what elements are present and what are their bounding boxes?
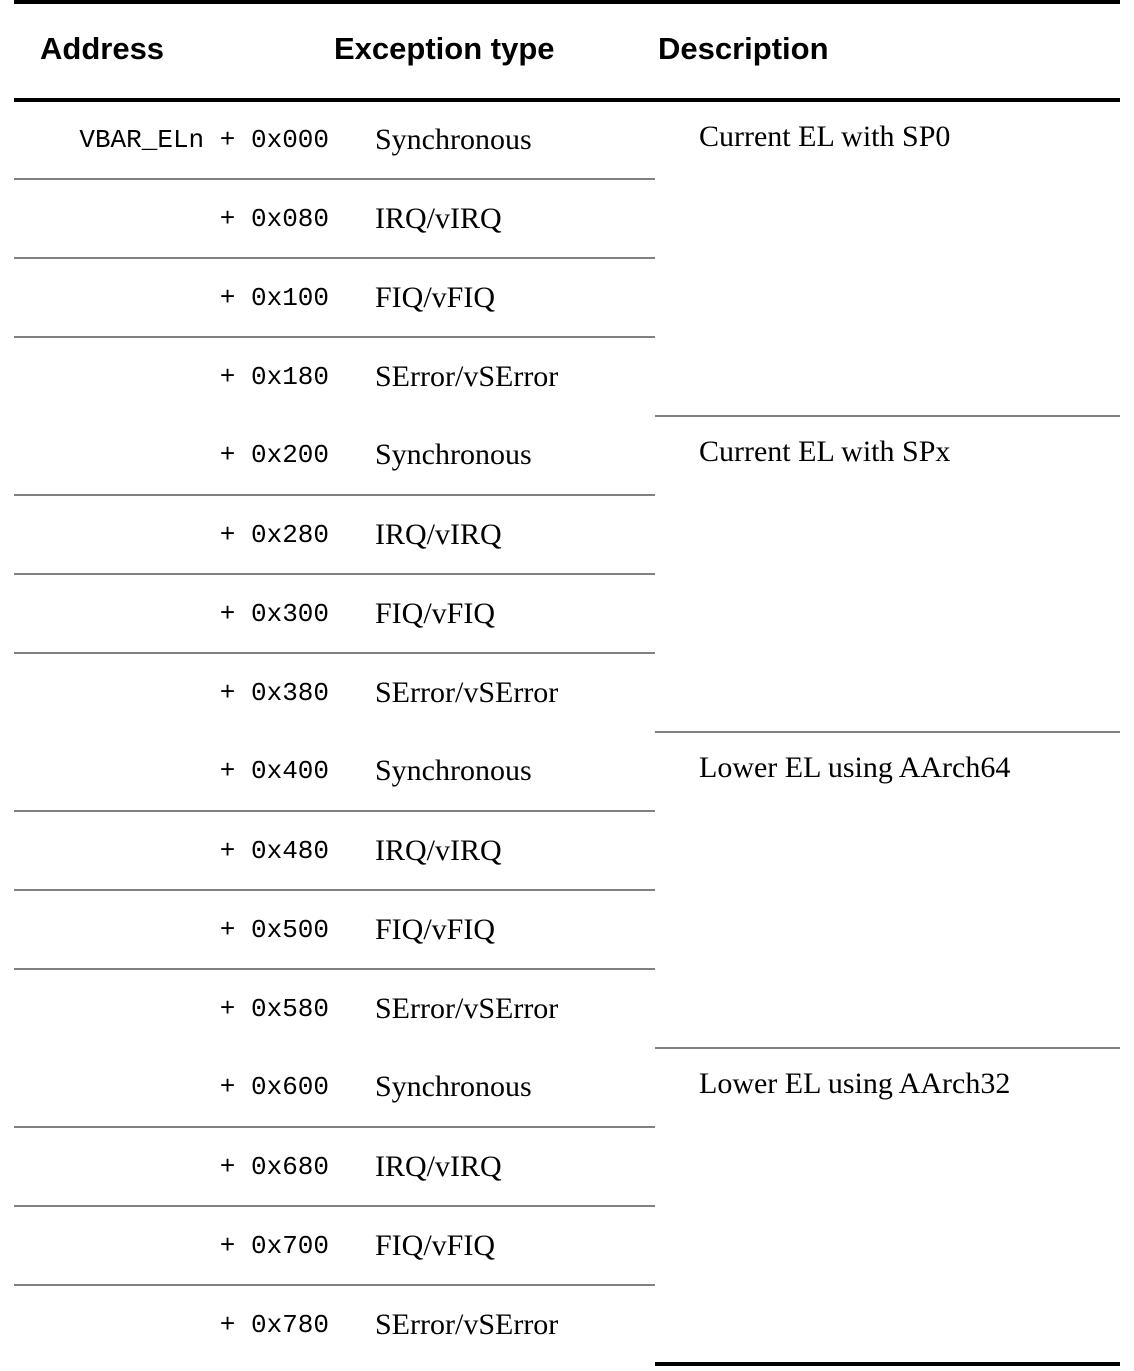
cell-address: + 0x300 — [14, 574, 330, 654]
table-row: + 0x600 Synchronous Lower EL using AArch32 — [14, 1048, 1120, 1366]
address-base: VBAR_ELn — [79, 125, 205, 155]
column-header-exception: Exception type — [330, 2, 655, 102]
address-offset: + 0x300 — [219, 598, 329, 629]
cell-exception-type: Synchronous — [330, 100, 655, 180]
column-header-address: Address — [14, 2, 330, 102]
cell-exception-type: FIQ/vFIQ — [330, 574, 655, 654]
cell-address: + 0x200 — [14, 416, 330, 496]
address-offset: + 0x580 — [219, 994, 329, 1024]
cell-exception-type: IRQ/vIRQ — [330, 495, 655, 575]
cell-address: + 0x380 — [14, 653, 330, 732]
cell-address: + 0x100 — [14, 258, 330, 338]
address-offset: + 0x080 — [219, 203, 329, 234]
cell-description: Current EL with SP0 — [655, 100, 1120, 417]
cell-exception-type: SError/vSError — [375, 992, 559, 1025]
cell-address: + 0x180 — [14, 337, 330, 416]
table-row: + 0x200 Synchronous Current EL with SPx — [14, 416, 1120, 733]
address-offset: + 0x200 — [219, 440, 329, 470]
cell-exception-type: Synchronous — [330, 416, 655, 496]
cell-exception-type: Synchronous — [330, 1048, 655, 1128]
address-offset: + 0x600 — [219, 1072, 329, 1102]
table-header-row: Address Exception type Description — [14, 2, 1120, 102]
address-offset: + 0x780 — [219, 1310, 329, 1340]
cell-description: Lower EL using AArch32 — [655, 1048, 1120, 1366]
address-offset: + 0x500 — [219, 914, 329, 945]
table-row: VBAR_ELn + 0x000 Synchronous Current EL wi… — [14, 100, 1120, 417]
cell-address: + 0x400 — [14, 732, 330, 812]
exception-vector-table: Address Exception type Description VBAR_… — [14, 0, 1120, 1366]
address-offset: + 0x480 — [219, 835, 329, 866]
cell-exception-type: FIQ/vFIQ — [330, 890, 655, 970]
address-offset: + 0x180 — [219, 362, 329, 392]
cell-exception-type: Synchronous — [330, 732, 655, 812]
cell-address: + 0x480 — [14, 811, 330, 891]
cell-address: + 0x580 — [14, 969, 330, 1048]
cell-address: VBAR_ELn + 0x000 — [14, 100, 330, 180]
cell-description: Current EL with SPx — [655, 416, 1120, 733]
cell-address: + 0x500 — [14, 890, 330, 970]
address-offset: + 0x400 — [219, 756, 329, 786]
cell-exception-type: IRQ/vIRQ — [330, 1127, 655, 1207]
address-offset: + 0x700 — [219, 1230, 329, 1261]
address-offset: + 0x100 — [219, 282, 329, 313]
cell-address: + 0x700 — [14, 1206, 330, 1286]
cell-address: + 0x080 — [14, 179, 330, 259]
cell-exception-type: IRQ/vIRQ — [330, 179, 655, 259]
cell-exception-type: SError/vSError — [375, 1308, 559, 1341]
cell-exception-type: SError/vSError — [375, 360, 559, 393]
table-row: + 0x400 Synchronous Lower EL using AArch64 — [14, 732, 1120, 1049]
cell-exception-type: FIQ/vFIQ — [330, 1206, 655, 1286]
cell-exception-type: FIQ/vFIQ — [330, 258, 655, 338]
table-body: VBAR_ELn + 0x000 Synchronous Current EL wi… — [14, 100, 1120, 1366]
table-header: Address Exception type Description — [14, 2, 1120, 102]
page-root: Address Exception type Description VBAR_… — [0, 0, 1134, 1371]
address-offset: + 0x000 — [219, 125, 329, 155]
address-offset: + 0x680 — [219, 1151, 329, 1182]
cell-exception-type: IRQ/vIRQ — [330, 811, 655, 891]
address-offset: + 0x280 — [219, 519, 329, 550]
cell-address: + 0x280 — [14, 495, 330, 575]
column-header-description: Description — [655, 2, 1120, 102]
cell-address: + 0x680 — [14, 1127, 330, 1207]
cell-address: + 0x600 — [14, 1048, 330, 1128]
cell-exception-type: SError/vSError — [375, 676, 559, 709]
address-offset: + 0x380 — [219, 678, 329, 708]
cell-description: Lower EL using AArch64 — [655, 732, 1120, 1049]
cell-address: + 0x780 — [14, 1285, 330, 1364]
